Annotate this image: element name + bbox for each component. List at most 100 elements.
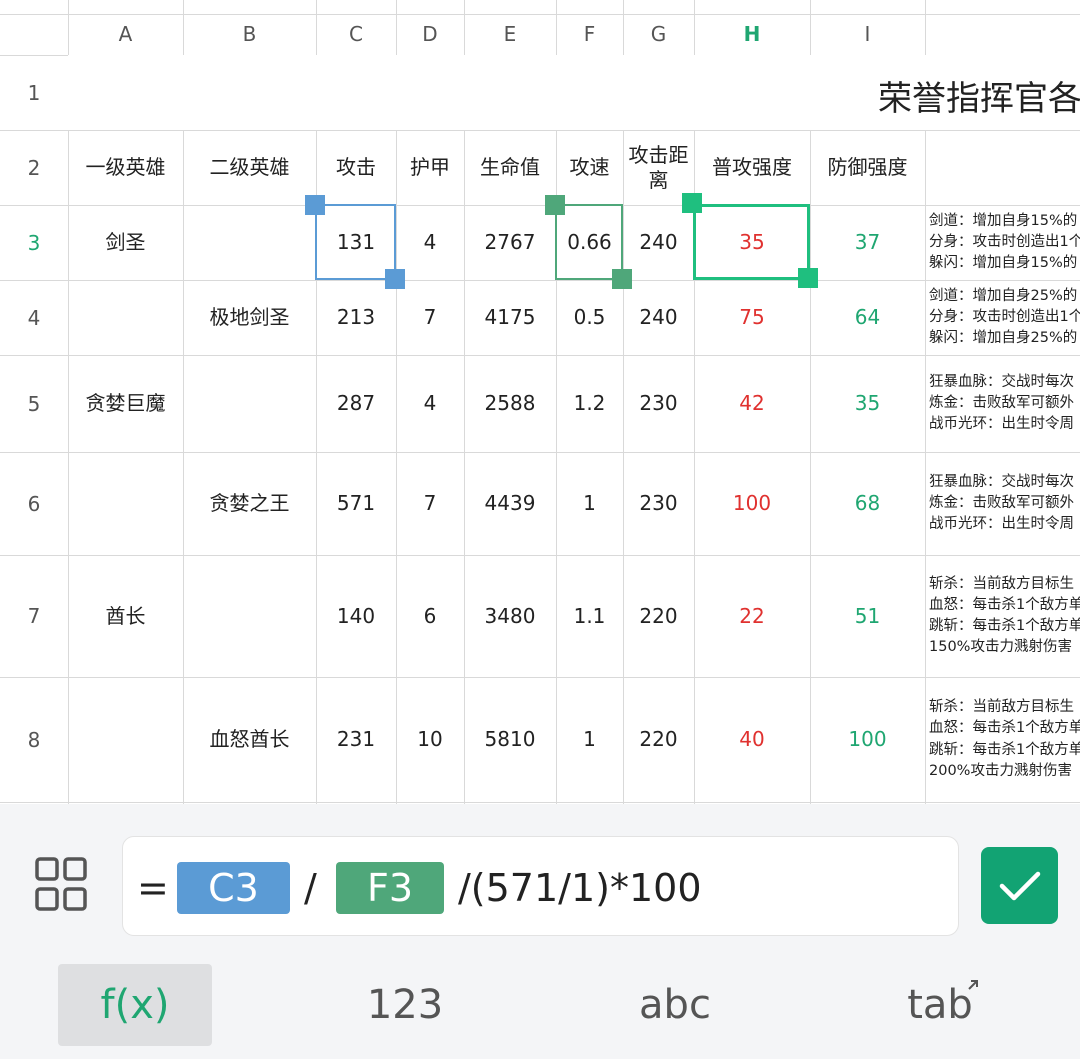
grid-layout-icon[interactable] <box>34 856 88 912</box>
skill-description-cell[interactable]: 斩杀：当前敌方目标生 血怒：每击杀1个敌方单 跳斩：每击杀1个敌方单 200%攻… <box>925 677 1080 802</box>
data-cell[interactable]: 35 <box>810 355 925 452</box>
data-cell[interactable]: 220 <box>623 555 694 677</box>
header-cell[interactable]: 普攻强度 <box>694 130 810 205</box>
data-cell[interactable] <box>68 677 183 802</box>
data-cell[interactable]: 4175 <box>464 280 556 355</box>
data-cell[interactable] <box>68 280 183 355</box>
data-cell[interactable]: 1.1 <box>556 555 623 677</box>
row-header-2[interactable]: 2 <box>0 130 68 205</box>
data-cell[interactable]: 贪婪之王 <box>183 452 316 555</box>
skill-description-cell[interactable]: 剑道：增加自身25%的 分身：攻击时创造出1个 躲闪：增加自身25%的 <box>925 280 1080 355</box>
data-cell[interactable]: 231 <box>316 677 396 802</box>
formula-input[interactable]: = C3 / F3 /(571/1)*100 <box>122 836 959 936</box>
data-cell[interactable] <box>183 355 316 452</box>
data-cell[interactable]: 571 <box>316 452 396 555</box>
data-cell[interactable]: 6 <box>396 555 464 677</box>
data-cell[interactable]: 140 <box>316 555 396 677</box>
tab-abc[interactable]: abc <box>600 964 750 1046</box>
data-cell[interactable]: 4 <box>396 355 464 452</box>
title-cell[interactable]: 荣誉指挥官各英 <box>68 55 1080 130</box>
row-header-7[interactable]: 7 <box>0 555 68 677</box>
data-cell[interactable]: 240 <box>623 205 694 280</box>
column-header-a[interactable]: A <box>68 14 183 54</box>
column-header-f[interactable]: F <box>556 14 623 54</box>
skill-description-cell[interactable]: 狂暴血脉：交战时每次 炼金：击败敌军可额外 战币光环：出生时令周 <box>925 452 1080 555</box>
data-cell[interactable]: 22 <box>694 555 810 677</box>
tab-tab[interactable]: tab <box>880 964 1000 1046</box>
skill-description-cell[interactable]: 狂暴血脉：交战时每次 炼金：击败敌军可额外 战币光环：出生时令周 <box>925 355 1080 452</box>
ref-handle-c3-end[interactable] <box>385 269 405 289</box>
skill-description-cell[interactable]: 剑道：增加自身15%的 分身：攻击时创造出1个 躲闪：增加自身15%的 <box>925 205 1080 280</box>
data-cell[interactable]: 极地剑圣 <box>183 280 316 355</box>
header-cell[interactable]: 二级英雄 <box>183 130 316 205</box>
row-header-1[interactable]: 1 <box>0 55 68 130</box>
data-cell[interactable]: 剑圣 <box>68 205 183 280</box>
data-cell[interactable]: 7 <box>396 452 464 555</box>
tab-123[interactable]: 123 <box>330 964 480 1046</box>
data-cell[interactable]: 64 <box>810 280 925 355</box>
column-header-e[interactable]: E <box>464 14 556 54</box>
data-cell[interactable]: 287 <box>316 355 396 452</box>
data-cell[interactable]: 2588 <box>464 355 556 452</box>
data-cell[interactable]: 230 <box>623 452 694 555</box>
column-header-c[interactable]: C <box>316 14 396 54</box>
data-cell[interactable]: 4439 <box>464 452 556 555</box>
data-cell[interactable]: 血怒酋长 <box>183 677 316 802</box>
data-cell[interactable]: 贪婪巨魔 <box>68 355 183 452</box>
column-header-b[interactable]: B <box>183 14 316 54</box>
formula-ref-c3[interactable]: C3 <box>177 862 290 914</box>
data-cell[interactable]: 7 <box>396 280 464 355</box>
data-cell[interactable]: 1 <box>556 677 623 802</box>
header-cell[interactable]: 生命值 <box>464 130 556 205</box>
active-handle-end[interactable] <box>798 268 818 288</box>
ref-handle-f3-end[interactable] <box>612 269 632 289</box>
formula-ref-f3[interactable]: F3 <box>336 862 444 914</box>
data-cell[interactable]: 42 <box>694 355 810 452</box>
header-cell[interactable]: 攻速 <box>556 130 623 205</box>
data-cell[interactable] <box>183 555 316 677</box>
data-cell[interactable]: 100 <box>694 452 810 555</box>
ref-handle-c3-start[interactable] <box>305 195 325 215</box>
column-header-g[interactable]: G <box>623 14 694 54</box>
skill-description-cell[interactable]: 斩杀：当前敌方目标生 血怒：每击杀1个敌方单 跳斩：每击杀1个敌方单 150%攻… <box>925 555 1080 677</box>
header-cell[interactable]: 防御强度 <box>810 130 925 205</box>
column-header-i[interactable]: I <box>810 14 925 54</box>
header-cell[interactable]: 护甲 <box>396 130 464 205</box>
active-cell-h3[interactable] <box>693 204 810 280</box>
data-cell[interactable]: 68 <box>810 452 925 555</box>
data-cell[interactable]: 1.2 <box>556 355 623 452</box>
row-header-5[interactable]: 5 <box>0 355 68 452</box>
row-header-4[interactable]: 4 <box>0 280 68 355</box>
data-cell[interactable]: 10 <box>396 677 464 802</box>
row-header-3[interactable]: 3 <box>0 205 68 280</box>
data-cell[interactable]: 1 <box>556 452 623 555</box>
data-cell[interactable]: 37 <box>810 205 925 280</box>
header-cell[interactable]: 一级英雄 <box>68 130 183 205</box>
data-cell[interactable]: 51 <box>810 555 925 677</box>
ref-handle-f3-start[interactable] <box>545 195 565 215</box>
data-cell[interactable]: 213 <box>316 280 396 355</box>
header-cell[interactable]: 攻击 <box>316 130 396 205</box>
row-header-8[interactable]: 8 <box>0 677 68 802</box>
data-cell[interactable]: 75 <box>694 280 810 355</box>
data-cell[interactable]: 40 <box>694 677 810 802</box>
data-cell[interactable]: 100 <box>810 677 925 802</box>
active-handle-start[interactable] <box>682 193 702 213</box>
data-cell[interactable]: 5810 <box>464 677 556 802</box>
column-header-h[interactable]: H <box>694 14 810 54</box>
column-header-d[interactable]: D <box>396 14 464 54</box>
data-cell[interactable]: 220 <box>623 677 694 802</box>
header-cell[interactable] <box>925 130 1080 205</box>
data-cell[interactable]: 4 <box>396 205 464 280</box>
data-cell[interactable]: 3480 <box>464 555 556 677</box>
confirm-button[interactable] <box>981 847 1058 924</box>
tab-fx[interactable]: f(x) <box>58 964 212 1046</box>
spreadsheet-grid[interactable]: 荣誉指挥官各英ABCDEFGHI12345678一级英雄二级英雄攻击护甲生命值攻… <box>0 0 1080 804</box>
data-cell[interactable]: 230 <box>623 355 694 452</box>
data-cell[interactable]: 酋长 <box>68 555 183 677</box>
data-cell[interactable]: 0.5 <box>556 280 623 355</box>
data-cell[interactable] <box>183 205 316 280</box>
data-cell[interactable] <box>68 452 183 555</box>
data-cell[interactable]: 240 <box>623 280 694 355</box>
row-header-6[interactable]: 6 <box>0 452 68 555</box>
